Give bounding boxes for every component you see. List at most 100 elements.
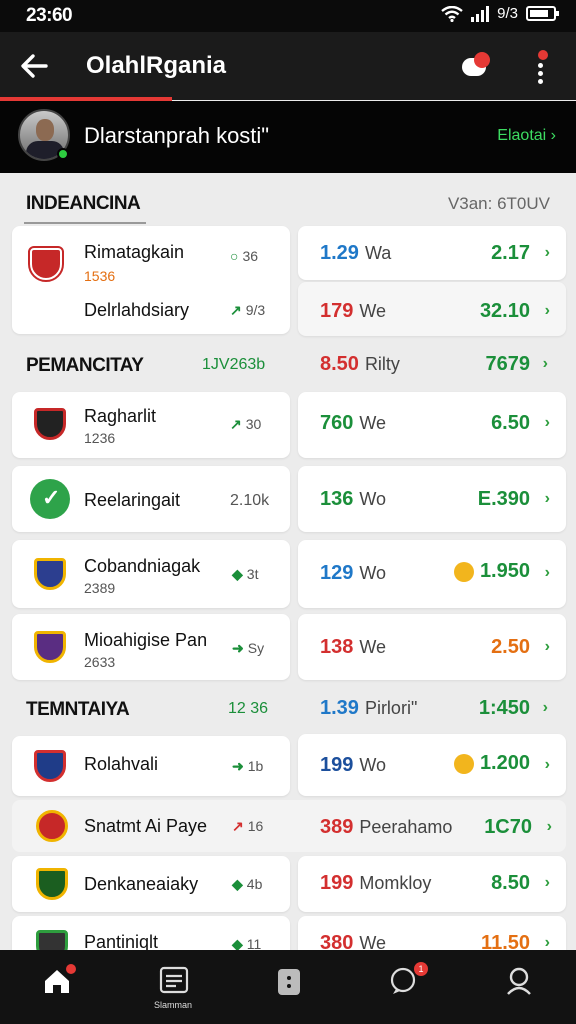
match-card[interactable]: Mioahigise Pan 2633 ➜ Sy xyxy=(12,614,290,680)
team-logo xyxy=(30,746,70,786)
odds-card[interactable]: 199 Momkloy 8.50 › xyxy=(298,856,566,912)
nav-home[interactable] xyxy=(26,962,86,1012)
diamond-icon: ◆ xyxy=(232,566,243,582)
match-card[interactable]: Rolahvali ➜ 1b xyxy=(12,736,290,796)
match-card[interactable]: Cobandniagak 2389 ◆ 3t xyxy=(12,540,290,608)
chevron-right-icon: › xyxy=(544,302,550,319)
page-title: OlahlRgania xyxy=(86,52,227,79)
coin-icon xyxy=(453,753,474,774)
trend-indicator: ↗ 30 xyxy=(230,416,262,432)
search-icon xyxy=(507,967,531,995)
chevron-right-icon: › xyxy=(544,244,550,261)
section-title: TEMNTAIYA xyxy=(26,699,130,720)
profile-name: Dlarstanprah kosti" xyxy=(84,123,270,148)
chat-notification-button[interactable] xyxy=(460,52,492,82)
status-time: 23:60 xyxy=(26,5,73,26)
chevron-right-icon: › xyxy=(542,699,548,716)
diamond-icon: ◆ xyxy=(232,876,243,892)
payout-value: 8.50 xyxy=(491,872,530,894)
odds-value: 199 Wo xyxy=(320,754,387,776)
trend-indicator: ➜ 1b xyxy=(232,758,264,774)
payout-value: E.390 xyxy=(477,488,530,510)
trend-indicator: ◆ 4b xyxy=(232,876,263,892)
notification-dot xyxy=(66,964,76,974)
trend-up-icon: ↗ xyxy=(230,302,242,318)
odds-card[interactable]: 1.29 Wa 2.17 › xyxy=(298,226,566,280)
match-card[interactable]: Rimatagkain 1536 ○ 36 Delrlahdsiary ↗ 9/3 xyxy=(12,226,290,334)
match-card[interactable]: Ragharlit 1236 ↗ 30 xyxy=(12,392,290,458)
odds-card[interactable]: 760 We 6.50 › xyxy=(298,392,566,458)
team-name: Snatmt Ai Paye xyxy=(84,816,208,836)
chevron-right-icon: › xyxy=(546,818,552,835)
team-name: Rolahvali xyxy=(84,754,159,774)
section-underline xyxy=(24,222,146,224)
payout-value: 6.50 xyxy=(491,412,530,434)
payout-value: 32.10 xyxy=(479,300,530,322)
payout-value: 7679 xyxy=(485,353,531,375)
odds-value: 129 Wo xyxy=(320,562,387,584)
team-meta: 1536 xyxy=(84,268,116,284)
app-bar: OlahlRgania xyxy=(0,32,576,100)
payout-value: 2.50 xyxy=(491,636,530,658)
signal-icon xyxy=(471,5,490,22)
trend-indicator: ↗ 9/3 xyxy=(230,302,266,318)
team-logo: ✓ xyxy=(30,479,70,519)
trend-indicator: ↗ 16 xyxy=(232,818,264,834)
nav-news[interactable]: Slamman xyxy=(143,962,203,1012)
nav-label: Slamman xyxy=(153,1000,192,1010)
battery-icon xyxy=(526,6,559,21)
team-name: Reelaringait xyxy=(84,490,181,510)
chevron-right-icon: › xyxy=(544,874,550,891)
nav-wallet[interactable] xyxy=(258,962,318,1012)
team-name: Cobandniagak xyxy=(84,556,201,576)
odds-card[interactable]: 136 Wo E.390 › xyxy=(298,466,566,532)
coin-icon xyxy=(453,561,474,582)
section-title: PEMANCITAY xyxy=(26,355,144,376)
chevron-right-icon: › xyxy=(544,564,550,581)
nav-search[interactable] xyxy=(488,962,548,1012)
profile-strip[interactable]: Dlarstanprah kosti" Elaotai › xyxy=(0,101,576,173)
odds-value: 1.29 Wa xyxy=(320,242,392,264)
payout-value: 1.200 xyxy=(453,752,530,775)
odds-value: 136 Wo xyxy=(320,488,387,510)
status-bar: 23:60 9/3 xyxy=(0,0,576,32)
nav-chat[interactable]: 1 xyxy=(372,962,432,1012)
circle-icon: ○ xyxy=(230,248,239,264)
odds-card[interactable]: 138 We 2.50 › xyxy=(298,614,566,680)
team-name: Rimatagkain xyxy=(84,242,185,262)
section-header: PEMANCITAY 1JV263b 8.50 Rilty 7679 › xyxy=(0,340,576,392)
match-row[interactable]: Snatmt Ai Paye ↗ 16 389 Peerahamo 1C70 › xyxy=(12,800,566,852)
section-subtitle: 12 36 xyxy=(228,700,269,717)
section-header: TEMNTAIYA 12 36 1.39 Pirlori" 1:450 › xyxy=(0,684,576,736)
team-name: Ragharlit xyxy=(84,406,157,426)
odds-value: 1.39 Pirlori" xyxy=(320,697,418,719)
notification-dot xyxy=(474,52,490,68)
match-card[interactable]: Denkaneaiaky ◆ 4b xyxy=(12,856,290,912)
odds-value: 8.50 Rilty xyxy=(320,353,400,375)
odds-value: 138 We xyxy=(320,636,387,658)
team-name: Denkaneaiaky xyxy=(84,874,199,894)
section-title: INDEANCINA xyxy=(26,193,141,214)
team-logo xyxy=(26,244,66,284)
odds-card[interactable]: 199 Wo 1.200 › xyxy=(298,734,566,796)
odds-card[interactable]: 179 We 32.10 › xyxy=(298,282,566,336)
chat-badge: 1 xyxy=(414,962,428,976)
match-card[interactable]: ✓ Reelaringait 2.10k xyxy=(12,466,290,532)
arrow-left-icon[interactable] xyxy=(18,50,50,82)
odds-value: 389 Peerahamo xyxy=(320,816,453,838)
trend-indicator: ◆ 3t xyxy=(232,566,259,582)
team-meta: 2633 xyxy=(84,654,116,670)
team-logo xyxy=(32,864,72,904)
arrow-right-icon: ➜ xyxy=(232,758,244,774)
odds-card[interactable]: 129 Wo 1.950 › xyxy=(298,540,566,608)
trend-indicator: 2.10k xyxy=(230,492,270,509)
trend-indicator: ○ 36 xyxy=(230,248,259,264)
trend-up-icon: ↗ xyxy=(232,818,244,834)
more-vertical-icon[interactable] xyxy=(530,50,550,84)
section-subtitle: V3an: 6T0UV xyxy=(447,194,550,213)
section-header: INDEANCINA V3an: 6T0UV xyxy=(0,178,576,230)
status-text: 9/3 xyxy=(497,5,518,22)
team-logo xyxy=(32,806,72,846)
profile-link[interactable]: Elaotai › xyxy=(497,127,556,145)
team-logo xyxy=(30,554,70,594)
